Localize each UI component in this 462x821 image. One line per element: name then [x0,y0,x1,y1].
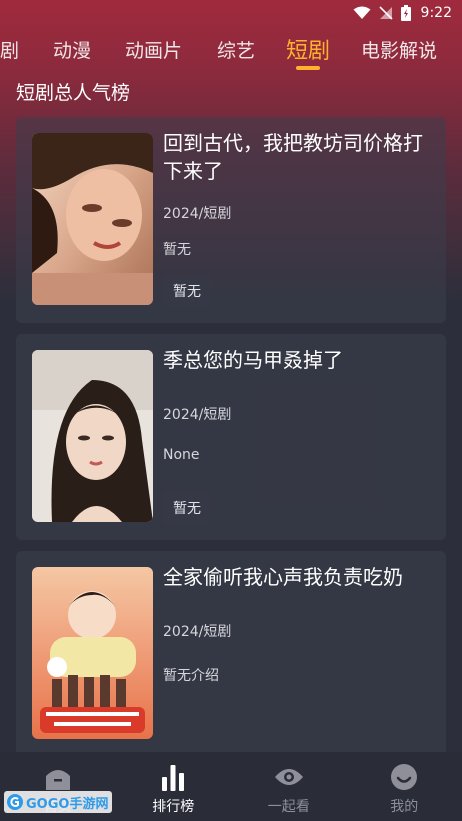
card-title[interactable]: 全家偷听我心声我负责吃奶 [163,563,433,591]
poster-image[interactable] [32,567,153,739]
ranking-card[interactable]: 季总您的马甲叒掉了 2024/短剧 None 暂无 [16,334,446,540]
eye-icon [274,762,304,792]
profile-icon [389,762,419,792]
card-description: 暂无 [163,242,191,258]
status-bar: 9:22 [0,0,462,26]
tab-movie-commentary[interactable]: 电影解说 [361,36,437,63]
poster-image[interactable] [32,133,153,305]
no-signal-icon [378,6,393,20]
card-tag: 暂无 [163,275,211,307]
tab-anime[interactable]: 动漫 [53,36,91,63]
wifi-icon [353,6,371,19]
active-tab-indicator [296,66,320,70]
nav-watch-together[interactable]: 一起看 [231,752,347,821]
category-tabs: 剧 动漫 动画片 综艺 短剧 电影解说 [0,30,462,72]
chart-icon [158,762,188,792]
nav-watch-together-label: 一起看 [267,799,310,815]
nav-profile[interactable]: 我的 [347,752,462,821]
logo-icon [7,794,23,810]
status-time: 9:22 [420,5,452,21]
battery-icon [400,5,411,21]
tab-cartoon[interactable]: 动画片 [125,36,182,63]
card-description: 暂无介绍 [163,668,219,684]
nav-ranking[interactable]: 排行榜 [116,752,232,821]
card-description: None [163,447,200,463]
home-icon [43,762,73,792]
card-title[interactable]: 季总您的马甲叒掉了 [163,346,433,374]
card-year-genre: 2024/短剧 [163,624,232,640]
card-title[interactable]: 回到古代，我把教坊司价格打下来了 [163,129,433,185]
watermark-logo: GOGO手游网 [4,791,113,813]
card-tag: 暂无 [163,492,211,524]
nav-profile-label: 我的 [390,799,419,815]
ranking-card[interactable]: 全家偷听我心声我负责吃奶 2024/短剧 暂无介绍 [16,551,446,761]
card-year-genre: 2024/短剧 [163,407,232,423]
tab-drama[interactable]: 剧 [0,36,19,63]
watermark-text: GOGO手游网 [26,796,109,812]
tab-variety[interactable]: 综艺 [217,36,255,63]
tab-short-drama[interactable]: 短剧 [286,33,330,65]
nav-ranking-label: 排行榜 [152,799,195,815]
poster-image[interactable] [32,350,153,522]
card-year-genre: 2024/短剧 [163,206,232,222]
section-title: 短剧总人气榜 [16,82,131,104]
ranking-card[interactable]: 回到古代，我把教坊司价格打下来了 2024/短剧 暂无 暂无 [16,117,446,323]
